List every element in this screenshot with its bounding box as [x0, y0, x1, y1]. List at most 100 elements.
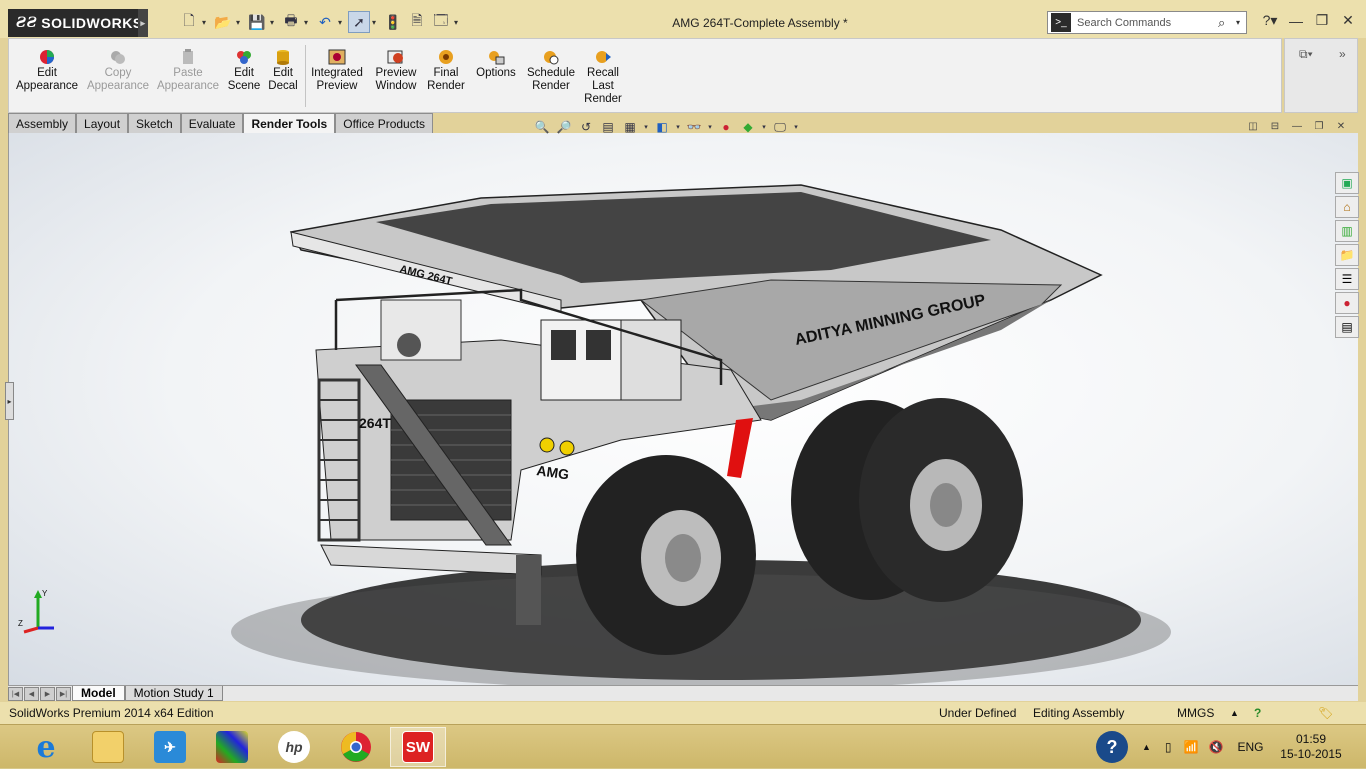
expand-chevron-icon[interactable]: »	[1339, 47, 1346, 61]
split-horizontal-icon[interactable]: ⊟	[1268, 120, 1282, 132]
dump-truck-model[interactable]: ADITYA MINNING GROUP AMG 264T 264T AMG	[9, 133, 1359, 685]
volume-muted-icon[interactable]: 🔇	[1208, 740, 1223, 754]
undo-dropdown-icon[interactable]: ▾	[338, 18, 346, 27]
next-tab-icon[interactable]: ▶	[40, 686, 55, 701]
options-dropdown-icon[interactable]: ▾	[454, 18, 462, 27]
taskbar-app-rocket[interactable]: ✈	[142, 727, 198, 767]
tab-motion-study-1[interactable]: Motion Study 1	[124, 686, 223, 701]
solidworks-logo[interactable]: ƧƧ SOLIDWORKS ▸	[8, 9, 148, 37]
help-support-icon[interactable]: ?	[1096, 731, 1128, 763]
network-icon[interactable]: 📶	[1184, 740, 1199, 754]
quick-tips-icon[interactable]: ?	[1254, 706, 1261, 720]
options-icon[interactable]: 🗔	[430, 11, 452, 33]
zoom-to-fit-icon[interactable]: 🔍	[533, 118, 551, 136]
viewport-minimize-icon[interactable]: —	[1290, 120, 1304, 132]
schedule-render-button[interactable]: Schedule Render	[523, 49, 579, 93]
edit-appearance-button[interactable]: Edit Appearance	[15, 49, 79, 93]
tab-sketch[interactable]: Sketch	[128, 113, 181, 133]
tab-render-tools[interactable]: Render Tools	[243, 113, 336, 134]
search-input[interactable]: Search Commands	[1071, 17, 1218, 29]
select-dropdown-icon[interactable]: ▾	[372, 18, 380, 27]
view-settings-dropdown-icon[interactable]: ▾	[793, 118, 799, 136]
taskbar-chrome[interactable]	[328, 727, 384, 767]
edit-scene-button[interactable]: Edit Scene	[227, 49, 261, 93]
viewport-close-icon[interactable]: ✕	[1334, 120, 1348, 132]
view-orientation-dropdown-icon[interactable]: ▾	[643, 118, 649, 136]
feature-manager-toggle[interactable]: ▸	[5, 382, 14, 420]
custom-properties-icon[interactable]: ☰	[1335, 268, 1359, 290]
hide-show-items-icon[interactable]: 👓	[685, 118, 703, 136]
print-dropdown-icon[interactable]: ▾	[304, 18, 312, 27]
help-icon[interactable]: ?▾	[1262, 12, 1278, 29]
print-icon[interactable]: 🖶	[280, 11, 302, 33]
tag-icon[interactable]: 🏷	[1318, 706, 1333, 720]
apply-scene-dropdown-icon[interactable]: ▾	[761, 118, 767, 136]
select-icon[interactable]: ➚	[348, 11, 370, 33]
new-dropdown-icon[interactable]: ▾	[202, 18, 210, 27]
view-settings-icon[interactable]: 🖵	[771, 118, 789, 136]
open-icon[interactable]: 📂	[212, 11, 234, 33]
taskbar-solidworks[interactable]: SW	[390, 727, 446, 767]
edit-appearance-view-icon[interactable]: ●	[717, 118, 735, 136]
viewport-restore-icon[interactable]: ❐	[1312, 120, 1326, 132]
previous-view-icon[interactable]: ↺	[577, 118, 595, 136]
edit-decal-button[interactable]: Edit Decal	[266, 49, 300, 93]
taskbar-internet-explorer[interactable]: e	[18, 727, 74, 767]
section-view-icon[interactable]: ▤	[599, 118, 617, 136]
close-icon[interactable]: ✕	[1340, 12, 1356, 29]
battery-icon[interactable]: ▯	[1165, 740, 1172, 754]
undo-icon[interactable]: ↶	[314, 11, 336, 33]
design-library-icon[interactable]: ⌂	[1335, 196, 1359, 218]
window-arrange-icon[interactable]: ⧉▾	[1299, 47, 1313, 62]
tab-assembly[interactable]: Assembly	[8, 113, 77, 133]
show-hidden-icons-icon[interactable]: ▲	[1142, 742, 1151, 752]
display-style-dropdown-icon[interactable]: ▾	[675, 118, 681, 136]
save-dropdown-icon[interactable]: ▾	[270, 18, 278, 27]
integrated-preview-button[interactable]: Integrated Preview	[309, 49, 365, 93]
tab-office-products[interactable]: Office Products	[335, 113, 434, 133]
copy-appearance-button[interactable]: Copy Appearance	[85, 49, 151, 93]
split-vertical-icon[interactable]: ◫	[1246, 120, 1260, 132]
file-properties-icon[interactable]: 🗎	[406, 11, 428, 33]
search-icon[interactable]: ⌕	[1218, 15, 1236, 31]
system-clock[interactable]: 01:59 15-10-2015	[1276, 732, 1346, 762]
minimize-icon[interactable]: —	[1288, 13, 1304, 29]
restore-icon[interactable]: ❐	[1314, 12, 1330, 29]
display-style-icon[interactable]: ◧	[653, 118, 671, 136]
menu-expand-icon[interactable]: ▸	[138, 9, 148, 37]
tab-model[interactable]: Model	[72, 686, 125, 701]
zoom-to-area-icon[interactable]: 🔎	[555, 118, 573, 136]
file-explorer-pane-icon[interactable]: ▥	[1335, 220, 1359, 242]
paste-appearance-button[interactable]: Paste Appearance	[155, 49, 221, 93]
prev-tab-icon[interactable]: ◀	[24, 686, 39, 701]
language-indicator[interactable]: ENG	[1237, 740, 1263, 754]
options-button[interactable]: Options	[473, 49, 519, 80]
rebuild-icon[interactable]: 🚦	[382, 11, 404, 33]
taskbar-puzzle-app[interactable]	[204, 727, 260, 767]
apply-scene-icon[interactable]: ◆	[739, 118, 757, 136]
open-dropdown-icon[interactable]: ▾	[236, 18, 244, 27]
search-dropdown-icon[interactable]: ▾	[1236, 18, 1246, 27]
custom-props-icon[interactable]: ▤	[1335, 316, 1359, 338]
tab-evaluate[interactable]: Evaluate	[180, 113, 244, 133]
graphics-viewport[interactable]: ADITYA MINNING GROUP AMG 264T 264T AMG	[8, 133, 1358, 685]
taskbar-hp[interactable]: hp	[266, 727, 322, 767]
resources-icon[interactable]: ▣	[1335, 172, 1359, 194]
unit-system[interactable]: MMGS	[1177, 706, 1214, 720]
last-tab-icon[interactable]: ▶|	[56, 686, 71, 701]
dynamic-annotation-icon[interactable]: ▦	[621, 118, 639, 136]
appearances-scenes-icon[interactable]: ●	[1335, 292, 1359, 314]
save-icon[interactable]: 💾	[246, 11, 268, 33]
hide-show-dropdown-icon[interactable]: ▾	[707, 118, 713, 136]
units-dropdown-icon[interactable]: ▲	[1230, 708, 1239, 718]
search-commands-box[interactable]: >_ Search Commands ⌕ ▾	[1047, 11, 1247, 34]
view-palette-icon[interactable]: 📁	[1335, 244, 1359, 266]
taskbar-file-explorer[interactable]	[80, 727, 136, 767]
viewport-controls: ◫ ⊟ — ❐ ✕	[1246, 120, 1348, 132]
final-render-button[interactable]: Final Render	[425, 49, 467, 93]
first-tab-icon[interactable]: |◀	[8, 686, 23, 701]
new-icon[interactable]: 🗋	[178, 11, 200, 33]
tab-layout[interactable]: Layout	[76, 113, 129, 133]
preview-window-button[interactable]: Preview Window	[371, 49, 421, 93]
recall-last-render-button[interactable]: Recall Last Render	[583, 49, 623, 106]
